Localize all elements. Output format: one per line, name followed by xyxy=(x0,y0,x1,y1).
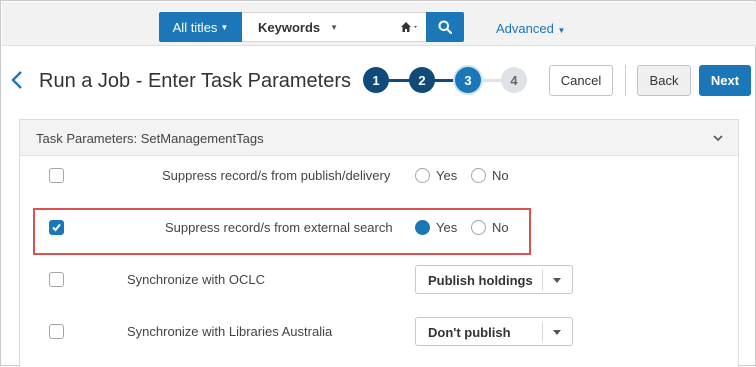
search-input[interactable] xyxy=(346,12,394,42)
advanced-search-link[interactable]: Advanced ▼ xyxy=(496,21,565,36)
libraries-australia-publish-dropdown[interactable]: Don't publish xyxy=(415,317,573,346)
search-icon xyxy=(438,20,452,34)
advanced-search-label: Advanced xyxy=(496,21,554,36)
row-checkbox[interactable] xyxy=(49,324,64,339)
cancel-button[interactable]: Cancel xyxy=(549,65,613,96)
back-button[interactable]: Back xyxy=(637,65,691,96)
page-title: Run a Job - Enter Task Parameters xyxy=(39,70,351,92)
search-scope-label: All titles xyxy=(172,19,218,35)
search-bar: All titles ▼ Keywords ▼ Advanced ▼ xyxy=(2,2,756,46)
step-1: 1 xyxy=(363,67,389,93)
step-4: 4 xyxy=(501,67,527,93)
caret-down-icon: ▼ xyxy=(330,22,339,32)
radio-no-label: No xyxy=(492,168,509,183)
panel-title: Task Parameters: SetManagementTags xyxy=(36,131,264,146)
library-scope-dropdown[interactable] xyxy=(394,12,426,42)
caret-down-icon: ▼ xyxy=(220,22,229,32)
wizard-stepper: 1 2 3 4 xyxy=(363,67,533,95)
app-frame: All titles ▼ Keywords ▼ Advanced ▼ Run a… xyxy=(0,0,756,367)
row-checkbox[interactable] xyxy=(49,272,64,287)
param-label: Synchronize with OCLC xyxy=(127,272,265,287)
step-3-current: 3 xyxy=(455,67,481,93)
dropdown-value: Publish holdings xyxy=(428,273,533,288)
highlight-box xyxy=(33,208,531,255)
dropdown-value: Don't publish xyxy=(428,325,511,340)
param-label: Suppress record/s from publish/delivery xyxy=(162,168,391,183)
search-field-dropdown[interactable]: Keywords ▼ xyxy=(242,12,346,42)
caret-down-icon xyxy=(553,330,561,335)
step-2: 2 xyxy=(409,67,435,93)
toolbar-divider xyxy=(625,65,626,96)
search-field-label: Keywords xyxy=(258,19,321,35)
param-row-sync-libraries-australia: Synchronize with Libraries Australia Don… xyxy=(20,312,738,352)
dropdown-separator xyxy=(542,322,543,342)
caret-down-icon: ▼ xyxy=(557,26,566,35)
dropdown-separator xyxy=(542,270,543,290)
radio-yes-label: Yes xyxy=(436,168,458,183)
search-scope-dropdown[interactable]: All titles ▼ xyxy=(159,12,242,42)
next-button[interactable]: Next xyxy=(699,65,751,96)
oclc-publish-dropdown[interactable]: Publish holdings xyxy=(415,265,573,294)
panel-header[interactable]: Task Parameters: SetManagementTags xyxy=(20,120,738,156)
home-icon xyxy=(401,22,417,32)
row-checkbox[interactable] xyxy=(49,168,64,183)
radio-no[interactable] xyxy=(471,168,486,183)
caret-down-icon xyxy=(553,278,561,283)
chevron-down-icon[interactable] xyxy=(712,132,724,144)
param-row-suppress-publish: Suppress record/s from publish/delivery … xyxy=(20,156,738,196)
param-row-sync-oclc: Synchronize with OCLC Publish holdings xyxy=(20,260,738,300)
chevron-left-icon[interactable] xyxy=(10,69,24,91)
param-label: Synchronize with Libraries Australia xyxy=(127,324,333,339)
radio-yes[interactable] xyxy=(415,168,430,183)
search-button[interactable] xyxy=(426,12,464,42)
